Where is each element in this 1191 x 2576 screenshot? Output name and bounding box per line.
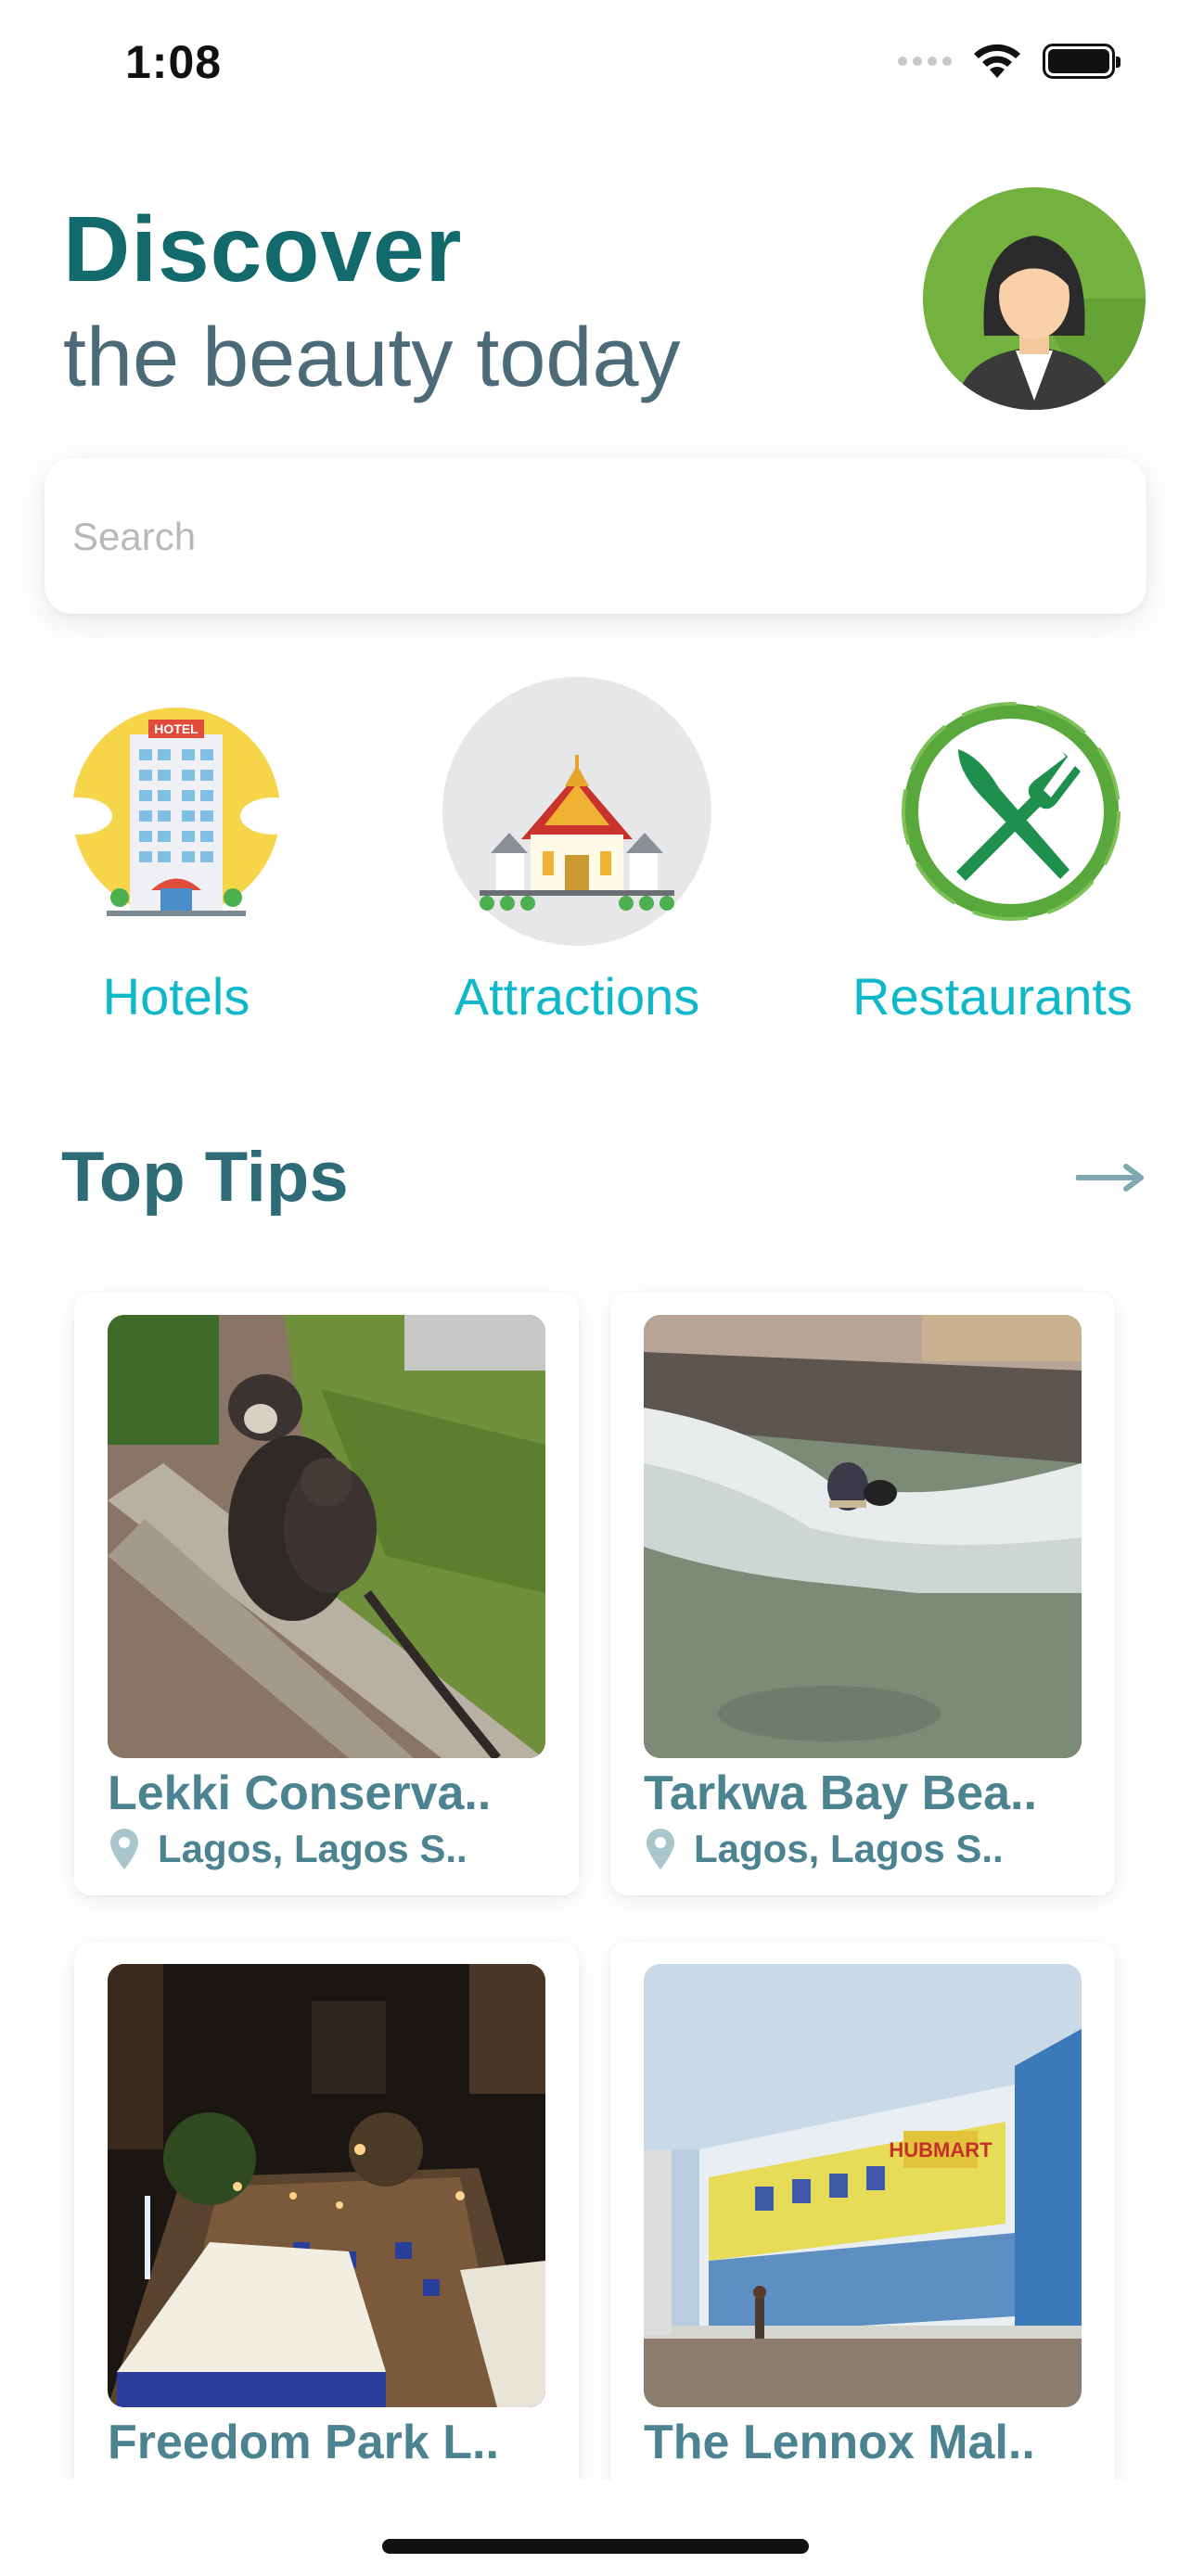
monkeys-photo [108, 1315, 545, 1758]
home-indicator[interactable] [382, 2539, 809, 2554]
location-text: Lagos, Lagos S.. [694, 1827, 1004, 1870]
temple-icon [442, 677, 711, 946]
location-pin-icon [110, 1829, 138, 1869]
bottom-safe-area [0, 2480, 1191, 2576]
avatar[interactable] [923, 187, 1146, 410]
location-text: Lagos, Lagos S.. [158, 1827, 467, 1870]
svg-text:HUBMART: HUBMART [889, 2138, 992, 2162]
category-label: Attractions [454, 967, 700, 1026]
status-bar: 1:08 [0, 0, 1191, 130]
category-attractions[interactable]: Attractions [401, 668, 753, 1039]
night-park-photo [108, 1964, 545, 2407]
card-title: Tarkwa Bay Bea.. [644, 1766, 1037, 1820]
tip-card[interactable]: Tarkwa Bay Bea.. Lagos, Lagos S.. [610, 1293, 1115, 1895]
location-pin-icon [647, 1829, 674, 1869]
mall-photo: HUBMART [644, 1964, 1082, 2407]
search-input[interactable] [72, 504, 1111, 569]
category-restaurants[interactable]: Restaurants [816, 668, 1169, 1039]
discover-screen: 1:08 Discover the beauty today Search HO… [0, 0, 1191, 2576]
card-location: Lagos, Lagos S.. [108, 1827, 467, 1871]
card-title: Freedom Park L.. [108, 2416, 499, 2469]
battery-icon [1043, 44, 1121, 79]
fork-knife-icon [877, 677, 1146, 946]
card-title: The Lennox Mal.. [644, 2416, 1035, 2469]
category-label: Restaurants [852, 967, 1133, 1026]
surfer-photo [644, 1315, 1082, 1758]
hotel-building-icon: HOTEL [42, 677, 311, 946]
card-title: Lekki Conserva.. [108, 1766, 492, 1820]
card-location: Lagos, Lagos S.. [644, 1827, 1004, 1871]
wifi-icon [974, 44, 1020, 78]
status-icons [898, 43, 1121, 80]
cellular-dots-icon [898, 57, 952, 66]
tip-card[interactable]: Lekki Conserva.. Lagos, Lagos S.. [74, 1293, 579, 1895]
status-time: 1:08 [125, 36, 223, 88]
svg-text:HOTEL: HOTEL [154, 721, 198, 736]
category-hotels[interactable]: HOTEL Hotels [0, 668, 352, 1039]
search-box [45, 458, 1146, 614]
arrow-right-icon[interactable] [1076, 1159, 1146, 1196]
businesswoman-avatar-icon [923, 187, 1146, 410]
section-title-top-tips: Top Tips [61, 1138, 349, 1217]
tip-card[interactable]: Freedom Park L.. [74, 1942, 579, 2544]
tip-card[interactable]: HUBMART The Lennox Mal.. [610, 1942, 1115, 2544]
page-title: Discover [63, 198, 463, 301]
page-subtitle: the beauty today [63, 312, 681, 404]
category-label: Hotels [102, 967, 250, 1026]
